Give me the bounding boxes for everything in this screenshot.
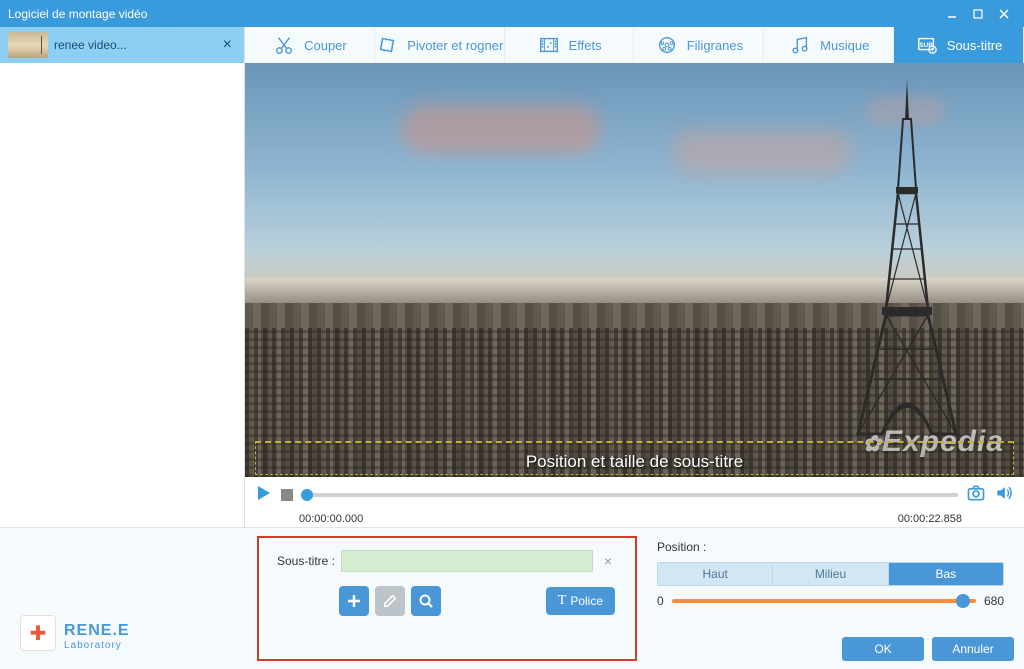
subtitle-clear-icon[interactable]: ×: [599, 553, 617, 569]
tool-rotate[interactable]: Pivoter et rogner: [375, 27, 505, 63]
font-button[interactable]: T Police: [546, 587, 615, 615]
stop-button[interactable]: [281, 489, 293, 501]
font-button-label: Police: [570, 594, 603, 608]
tool-subtitle[interactable]: SUBT Sous-titre: [894, 27, 1024, 63]
eiffel-tower-graphic: [848, 79, 966, 439]
position-toggle: Haut Milieu Bas: [657, 562, 1004, 586]
playback-bar: [245, 477, 1024, 513]
position-middle[interactable]: Milieu: [773, 563, 888, 585]
logo: ✚ RENE.E Laboratory: [0, 528, 245, 669]
window-title: Logiciel de montage vidéo: [8, 7, 938, 21]
file-thumbnail: [8, 32, 48, 58]
playback-end-time: 00:00:22.858: [898, 513, 962, 525]
subtitle-label: Sous-titre :: [277, 554, 335, 568]
subtitle-overlay-text: Position et taille de sous-titre: [526, 452, 743, 474]
minimize-button[interactable]: [940, 4, 964, 24]
close-button[interactable]: [992, 4, 1016, 24]
position-max: 680: [984, 594, 1004, 608]
scissors-icon: [272, 33, 296, 57]
subtitle-input[interactable]: [341, 550, 593, 572]
snapshot-button[interactable]: [966, 483, 986, 508]
volume-button[interactable]: [994, 483, 1014, 508]
crop-rotate-icon: [375, 33, 399, 57]
maximize-button[interactable]: [966, 4, 990, 24]
tool-watermark-label: Filigranes: [687, 38, 743, 53]
titlebar: Logiciel de montage vidéo: [0, 0, 1024, 27]
search-subtitle-button[interactable]: [411, 586, 441, 616]
logo-main-text: RENE.E: [64, 622, 130, 640]
tool-effects[interactable]: Effets: [505, 27, 635, 63]
position-label: Position :: [657, 540, 1004, 554]
logo-sub-text: Laboratory: [64, 640, 130, 651]
effects-icon: [537, 33, 561, 57]
music-icon: [788, 33, 812, 57]
subtitle-overlay-area[interactable]: Position et taille de sous-titre: [255, 441, 1014, 475]
file-close-icon[interactable]: ×: [219, 36, 236, 54]
file-name: renee video...: [54, 38, 213, 52]
watermark-icon: [655, 33, 679, 57]
position-bottom[interactable]: Bas: [889, 563, 1003, 585]
position-min: 0: [657, 594, 664, 608]
subtitle-panel: Sous-titre : × T Police: [257, 536, 637, 661]
sidebar: renee video... ×: [0, 27, 245, 527]
tool-music-label: Musique: [820, 38, 869, 53]
ok-button[interactable]: OK: [842, 637, 924, 661]
position-slider-thumb[interactable]: [956, 594, 970, 608]
timeline-slider[interactable]: [301, 493, 958, 497]
tool-cut-label: Couper: [304, 38, 347, 53]
tool-watermark[interactable]: Filigranes: [634, 27, 764, 63]
cancel-button[interactable]: Annuler: [932, 637, 1014, 661]
font-icon: T: [558, 593, 567, 609]
add-subtitle-button[interactable]: [339, 586, 369, 616]
timeline-thumb[interactable]: [301, 489, 313, 501]
tool-effects-label: Effets: [569, 38, 602, 53]
subtitle-icon: SUBT: [915, 33, 939, 57]
tool-subtitle-label: Sous-titre: [947, 38, 1003, 53]
tool-rotate-label: Pivoter et rogner: [407, 38, 503, 53]
playback-start-time: 00:00:00.000: [299, 513, 363, 525]
position-slider[interactable]: [672, 599, 976, 603]
logo-icon: ✚: [20, 615, 56, 651]
file-tab[interactable]: renee video... ×: [0, 27, 244, 63]
tool-cut[interactable]: Couper: [245, 27, 375, 63]
tool-music[interactable]: Musique: [764, 27, 894, 63]
edit-subtitle-button[interactable]: [375, 586, 405, 616]
toolbar: Couper Pivoter et rogner Effets Filigran…: [245, 27, 1024, 63]
play-button[interactable]: [255, 484, 273, 507]
video-preview: ✿Expedia Position et taille de sous-titr…: [245, 63, 1024, 477]
position-top[interactable]: Haut: [658, 563, 773, 585]
